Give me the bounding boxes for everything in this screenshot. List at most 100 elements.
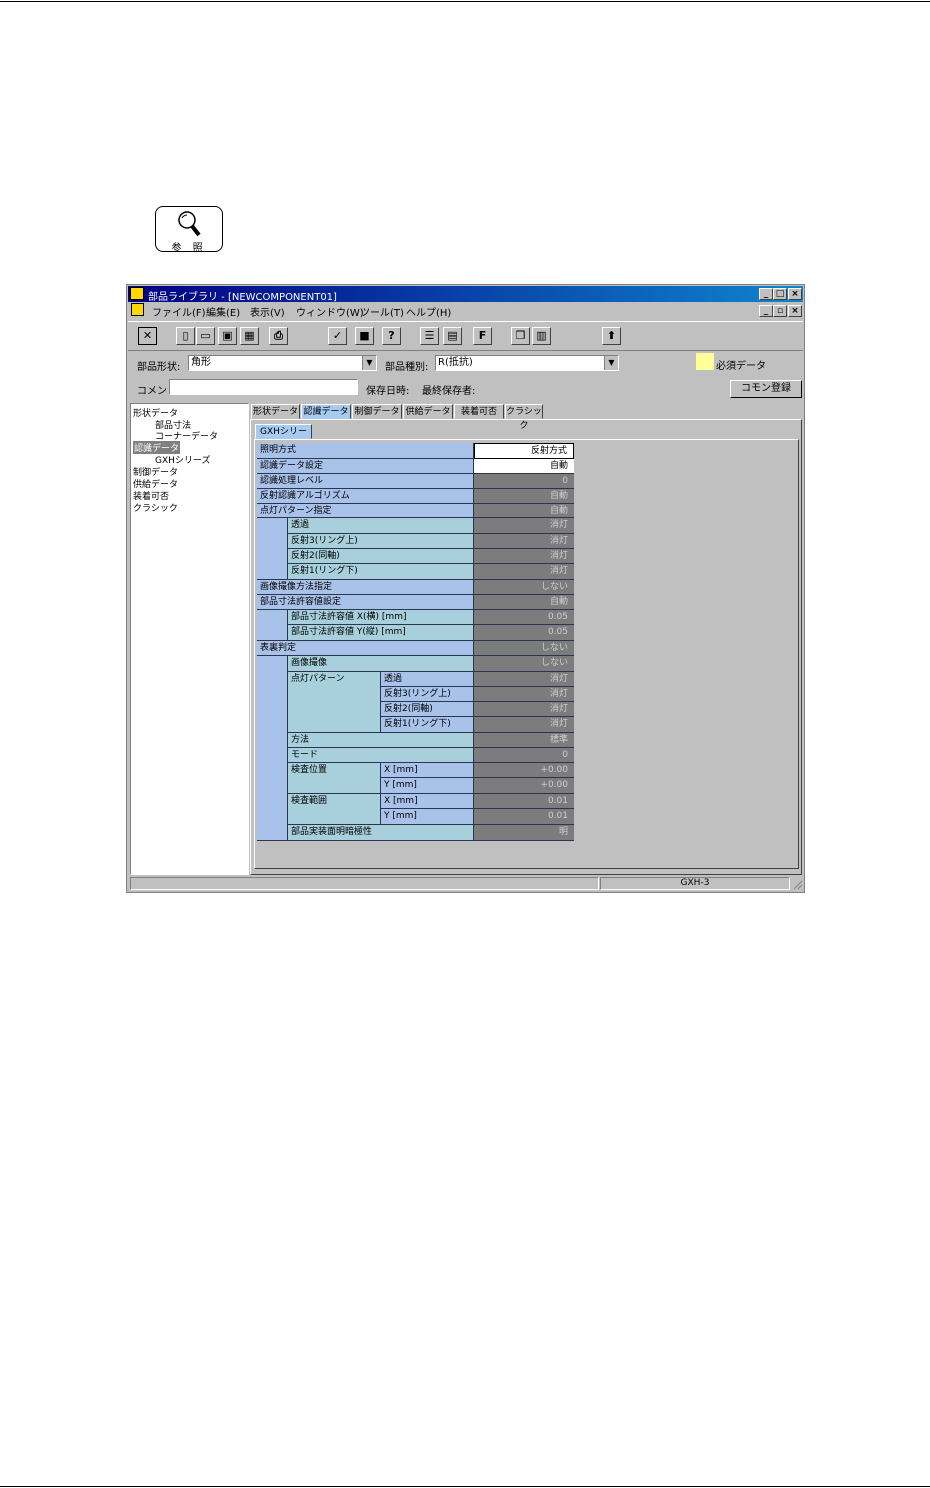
child-restore-icon[interactable]: ▫: [773, 305, 787, 317]
grid-label: モード: [288, 748, 474, 763]
grid-value: 消灯: [474, 672, 574, 687]
grid-value: 消灯: [474, 687, 574, 702]
grid-value: しない: [474, 580, 574, 595]
grid-value: 0.05: [474, 625, 574, 641]
grid-value: 消灯: [474, 717, 574, 733]
help-icon[interactable]: ?: [382, 327, 401, 345]
reference-label: 参 照: [171, 243, 207, 254]
tab-supply-data[interactable]: 供給データ: [403, 404, 453, 419]
grid-label: X [mm]: [381, 763, 474, 778]
font-icon[interactable]: F: [473, 327, 492, 345]
type-select[interactable]: R(抵抗) ▼: [435, 355, 619, 371]
chevron-down-icon[interactable]: ▼: [604, 356, 618, 370]
grid-value[interactable]: 自動: [474, 459, 574, 474]
grid-label: 部品寸法許容値 Y(縦) [mm]: [288, 625, 474, 641]
grid-label: 照明方式: [257, 443, 474, 459]
check-icon[interactable]: ✓: [328, 327, 347, 345]
grid-label: 反射3(リング上): [288, 534, 474, 549]
grid-value[interactable]: 反射方式: [474, 443, 574, 459]
grid-group-label: 検査範囲: [288, 794, 381, 825]
tab-control-data[interactable]: 制御データ: [352, 404, 402, 419]
grid-label: 部品寸法許容値設定: [257, 595, 474, 610]
grid-group-label: 点灯パターン: [288, 672, 381, 733]
grid-value: 標準: [474, 733, 574, 748]
grid-indent: [257, 656, 288, 841]
common-register-button[interactable]: コモン登録: [730, 380, 802, 398]
grid-value: 消灯: [474, 534, 574, 549]
shape-label: 部品形状:: [137, 362, 181, 373]
window-title: 部品ライブラリ - [NEWCOMPONENT01]: [148, 292, 337, 303]
resize-grip-icon[interactable]: [793, 880, 803, 890]
open-folder-icon[interactable]: ▭: [196, 327, 215, 345]
magnifier-icon: [178, 211, 201, 237]
status-panel: [130, 877, 599, 890]
maximize-icon[interactable]: □: [773, 288, 787, 300]
grid-value: 明: [474, 825, 574, 841]
grid-label: 反射認識アルゴリズム: [257, 489, 474, 504]
grid-value: 消灯: [474, 564, 574, 580]
title-bar: 部品ライブラリ - [NEWCOMPONENT01] _ □ ×: [128, 286, 803, 303]
minimize-icon[interactable]: _: [759, 288, 773, 300]
grid-value: しない: [474, 656, 574, 672]
print-icon[interactable]: ⎙: [269, 327, 288, 345]
tile-icon[interactable]: ▥: [532, 327, 551, 345]
menu-help[interactable]: ヘルプ(H): [406, 304, 451, 319]
menu-edit[interactable]: 編集(E): [206, 304, 240, 319]
type-value: R(抵抗): [438, 357, 473, 368]
tab-classic[interactable]: クラシック: [505, 404, 543, 431]
chevron-down-icon[interactable]: ▼: [362, 356, 376, 370]
grid-value: 自動: [474, 595, 574, 610]
image-view-icon[interactable]: ▤: [443, 327, 462, 345]
tab-mount-availability[interactable]: 装着可否: [454, 404, 504, 419]
menu-tools[interactable]: ツール(T): [360, 304, 404, 319]
new-file-icon[interactable]: ▯: [176, 327, 195, 345]
tree-view-icon[interactable]: ☰: [420, 327, 439, 345]
menu-file[interactable]: ファイル(F): [152, 304, 206, 319]
status-model: GXH-3: [600, 877, 790, 890]
component-library-window: 部品ライブラリ - [NEWCOMPONENT01] _ □ × ファイル(F)…: [126, 284, 805, 893]
grid-label: Y [mm]: [381, 778, 474, 794]
grid-label: 反射1(リング下): [381, 717, 474, 733]
child-minimize-icon[interactable]: _: [759, 305, 773, 317]
grid-value: しない: [474, 641, 574, 656]
register-icon[interactable]: ■: [355, 327, 374, 345]
grid-value: +0.00: [474, 778, 574, 794]
cascade-icon[interactable]: ❐: [511, 327, 530, 345]
grid-label: 点灯パターン指定: [257, 504, 474, 518]
grid-indent: [257, 610, 288, 641]
grid-label: 反射3(リング上): [381, 687, 474, 702]
grid-label: Y [mm]: [381, 809, 474, 825]
toolbar: ✕ ▯ ▭ ▣ ▦ ⎙ ✓ ■ ? ☰ ▤ F ❐ ▥ ⬆: [128, 321, 803, 351]
grid-label: 透過: [381, 672, 474, 687]
top-rule: [0, 1, 930, 2]
close-icon[interactable]: ×: [788, 288, 802, 300]
grid-value: 0: [474, 474, 574, 489]
grid-label: 画像撮像方法指定: [257, 580, 474, 595]
child-close-icon[interactable]: ×: [788, 305, 802, 317]
tab-gxh-series[interactable]: GXHシリーズ: [255, 424, 312, 451]
navigation-tree: 形状データ 部品寸法 コーナーデータ 認識データ GXHシリーズ 制御データ 供…: [130, 403, 249, 875]
app-icon: [130, 287, 144, 300]
grid-label: 画像撮像: [288, 656, 474, 672]
import-icon[interactable]: ▦: [240, 327, 259, 345]
menu-window[interactable]: ウィンドウ(W): [296, 304, 364, 319]
grid-label: 表裏判定: [257, 641, 474, 656]
tab-recognition-data[interactable]: 認識データ: [301, 404, 351, 419]
menu-view[interactable]: 表示(V): [250, 304, 285, 319]
shape-select[interactable]: 角形 ▼: [188, 355, 377, 371]
tab-shape-data[interactable]: 形状データ: [251, 404, 300, 419]
type-label: 部品種別:: [385, 362, 429, 373]
grid-label: 反射2(同軸): [381, 702, 474, 717]
grid-label: 認識処理レベル: [257, 474, 474, 489]
grid-value: 0.05: [474, 610, 574, 625]
tree-item-classic[interactable]: クラシック: [133, 501, 178, 514]
comment-input[interactable]: [169, 379, 358, 395]
grid-label: 方法: [288, 733, 474, 748]
save-icon[interactable]: ▣: [218, 327, 237, 345]
cancel-icon[interactable]: ✕: [138, 327, 157, 345]
grid-label: 部品実装面明暗極性: [288, 825, 474, 841]
grid-value: 0: [474, 748, 574, 763]
machine-icon[interactable]: ⬆: [602, 327, 621, 345]
status-bar: GXH-3: [128, 875, 803, 892]
grid-value: 0.01: [474, 794, 574, 809]
